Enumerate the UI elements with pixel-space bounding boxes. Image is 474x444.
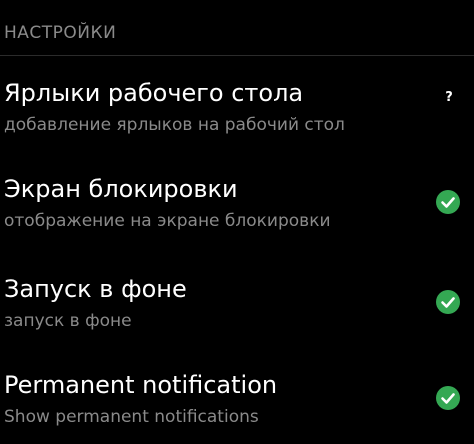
setting-row-background-launch[interactable]: Запуск в фоне запуск в фоне: [0, 274, 474, 370]
check-circle-icon[interactable]: [436, 386, 460, 410]
check-circle-icon[interactable]: [436, 190, 460, 214]
setting-subtitle: отображение на экране блокировки: [4, 211, 331, 231]
setting-title: Экран блокировки: [4, 175, 238, 203]
setting-row-desktop-shortcuts[interactable]: Ярлыки рабочего стола добавление ярлыков…: [0, 78, 474, 174]
setting-title: Запуск в фоне: [4, 275, 187, 303]
setting-title: Permanent notification: [4, 371, 278, 399]
setting-title: Ярлыки рабочего стола: [4, 79, 304, 107]
setting-subtitle: добавление ярлыков на рабочий стол: [4, 115, 345, 135]
check-circle-icon[interactable]: [436, 290, 460, 314]
setting-subtitle: Show permanent notifications: [4, 407, 259, 427]
section-header-settings: НАСТРОЙКИ: [4, 23, 117, 43]
question-icon[interactable]: ?: [442, 88, 456, 108]
setting-subtitle: запуск в фоне: [4, 311, 132, 331]
header-divider: [0, 55, 474, 56]
setting-row-permanent-notification[interactable]: Permanent notification Show permanent no…: [0, 370, 474, 444]
setting-row-lock-screen[interactable]: Экран блокировки отображение на экране б…: [0, 174, 474, 270]
